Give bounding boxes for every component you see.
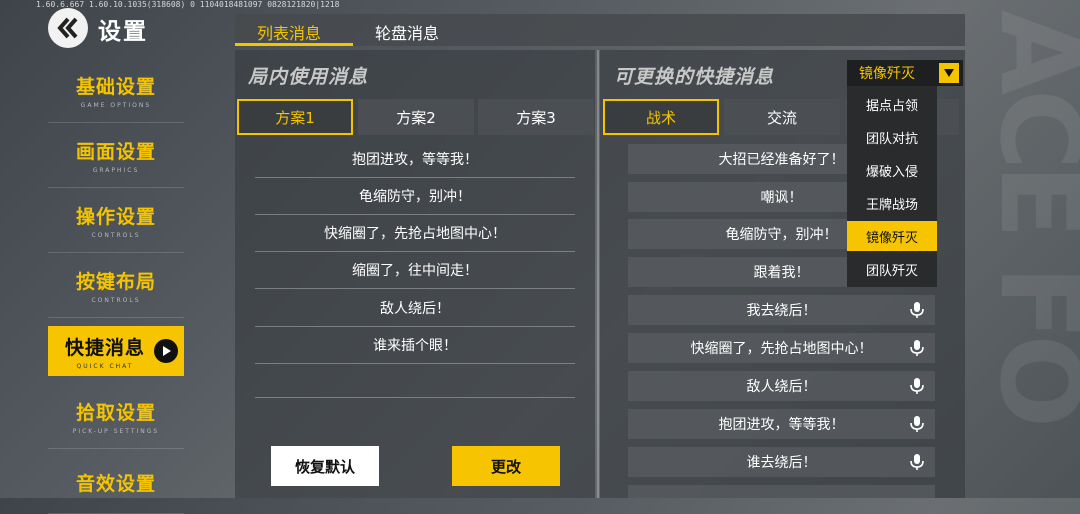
dropdown-option[interactable]: 团队歼灭 (847, 254, 937, 284)
dropdown-option-selected[interactable]: 镜像歼灭 (847, 221, 937, 251)
sidebar-item-label: 快捷消息 (64, 336, 145, 359)
list-item[interactable]: 龟缩防守，别冲！ (255, 178, 575, 215)
quick-message-item[interactable]: 谁去绕后！ (628, 447, 935, 477)
sidebar-item-controls[interactable]: 操作设置 CONTROLS (48, 188, 184, 253)
quick-message-item[interactable]: 抱团进攻，等等我！ (628, 409, 935, 439)
sidebar-item-label: 基础设置 (75, 75, 156, 98)
mode-dropdown-value: 镜像歼灭 (859, 66, 915, 82)
dropdown-option[interactable]: 王牌战场 (847, 188, 937, 218)
tab-wheel-messages[interactable]: 轮盘消息 (375, 20, 439, 44)
quick-message-item[interactable]: 我去绕后！ (628, 295, 935, 325)
quick-message-label: 快缩圈了，先抢占地图中心！ (690, 341, 873, 357)
sidebar-item-label: 拾取设置 (75, 401, 156, 424)
play-icon (154, 339, 178, 363)
sidebar-item-key-layout[interactable]: 按键布局 CONTROLS (48, 253, 184, 318)
list-item[interactable]: 缩圈了，往中间走！ (255, 252, 575, 289)
category-chat-button[interactable]: 交流 (724, 99, 840, 135)
quick-message-label: 嘲讽！ (760, 190, 803, 206)
sidebar-item-sublabel: GRAPHICS (92, 166, 140, 174)
sidebar-item-label: 按键布局 (75, 270, 156, 293)
scheme-3-button[interactable]: 方案3 (478, 99, 594, 135)
dropdown-option[interactable]: 爆破入侵 (847, 155, 937, 185)
page-title: 设置 (98, 19, 148, 45)
list-item[interactable]: 快缩圈了，先抢占地图中心！ (255, 215, 575, 252)
background-watermark: ACE FO (976, 10, 1080, 422)
sidebar-item-sublabel: QUICK CHAT (76, 362, 134, 370)
sidebar-item-sublabel: PICK-UP SETTINGS (72, 427, 160, 435)
back-button[interactable] (48, 8, 88, 48)
version-text: 1.60.6.667 1.60.10.1035(318608) 0 110401… (36, 0, 340, 9)
list-item[interactable]: 敌人绕后！ (255, 290, 575, 327)
quick-message-label: 龟缩防守，别冲！ (725, 227, 838, 243)
microphone-icon[interactable] (909, 301, 925, 319)
sidebar-item-label: 画面设置 (75, 140, 156, 163)
sidebar-item-audio[interactable]: 音效设置 (48, 449, 184, 514)
sidebar-item-sublabel: GAME OPTIONS (80, 101, 152, 109)
chevron-down-icon[interactable] (939, 63, 959, 83)
quick-message-item[interactable] (628, 485, 935, 498)
quick-message-item[interactable]: 敌人绕后！ (628, 371, 935, 401)
list-item[interactable]: 谁来插个眼！ (255, 327, 575, 364)
mode-dropdown[interactable]: 镜像歼灭 (847, 60, 963, 86)
quick-message-item[interactable]: 快缩圈了，先抢占地图中心！ (628, 333, 935, 363)
restore-default-button[interactable]: 恢复默认 (271, 446, 379, 486)
microphone-icon[interactable] (909, 415, 925, 433)
tab-list-messages[interactable]: 列表消息 (257, 20, 321, 44)
scheme-1-button[interactable]: 方案1 (237, 99, 353, 135)
sidebar-item-label: 音效设置 (75, 473, 156, 495)
quick-message-label: 敌人绕后！ (746, 379, 817, 395)
quick-message-label: 谁去绕后！ (746, 455, 817, 471)
microphone-icon[interactable] (909, 377, 925, 395)
scheme-2-button[interactable]: 方案2 (358, 99, 474, 135)
sidebar-item-graphics[interactable]: 画面设置 GRAPHICS (48, 123, 184, 188)
sidebar: 基础设置 GAME OPTIONS 画面设置 GRAPHICS 操作设置 CON… (48, 58, 184, 514)
sidebar-item-label: 操作设置 (75, 205, 156, 228)
mode-dropdown-list: 据点占领 团队对抗 爆破入侵 王牌战场 镜像歼灭 团队歼灭 (847, 86, 937, 287)
change-button[interactable]: 更改 (452, 446, 560, 486)
left-panel-title: 局内使用消息 (248, 66, 369, 88)
sidebar-item-pickup[interactable]: 拾取设置 PICK-UP SETTINGS (48, 384, 184, 449)
quick-message-label: 抱团进攻，等等我！ (718, 417, 845, 433)
quick-message-label: 跟着我！ (753, 265, 810, 281)
right-panel-title: 可更换的快捷消息 (614, 66, 775, 88)
dropdown-option[interactable]: 据点占领 (847, 89, 937, 119)
quick-message-label: 大招已经准备好了！ (718, 152, 845, 168)
list-item[interactable]: 抱团进攻，等等我！ (255, 141, 575, 178)
list-item-empty[interactable] (255, 361, 575, 398)
tab-bar: 列表消息 轮盘消息 (235, 14, 965, 46)
sidebar-item-sublabel: CONTROLS (91, 296, 141, 304)
sidebar-item-game-options[interactable]: 基础设置 GAME OPTIONS (48, 58, 184, 123)
quick-message-label: 我去绕后！ (746, 303, 817, 319)
microphone-icon[interactable] (909, 453, 925, 471)
active-tab-indicator (235, 43, 353, 46)
category-tactics-button[interactable]: 战术 (603, 99, 719, 135)
microphone-icon[interactable] (909, 339, 925, 357)
panel-divider (597, 50, 599, 498)
back-chevrons-icon (57, 17, 78, 39)
sidebar-item-quick-chat[interactable]: 快捷消息 QUICK CHAT (48, 326, 184, 376)
sidebar-item-sublabel: CONTROLS (91, 231, 141, 239)
dropdown-option[interactable]: 团队对抗 (847, 122, 937, 152)
